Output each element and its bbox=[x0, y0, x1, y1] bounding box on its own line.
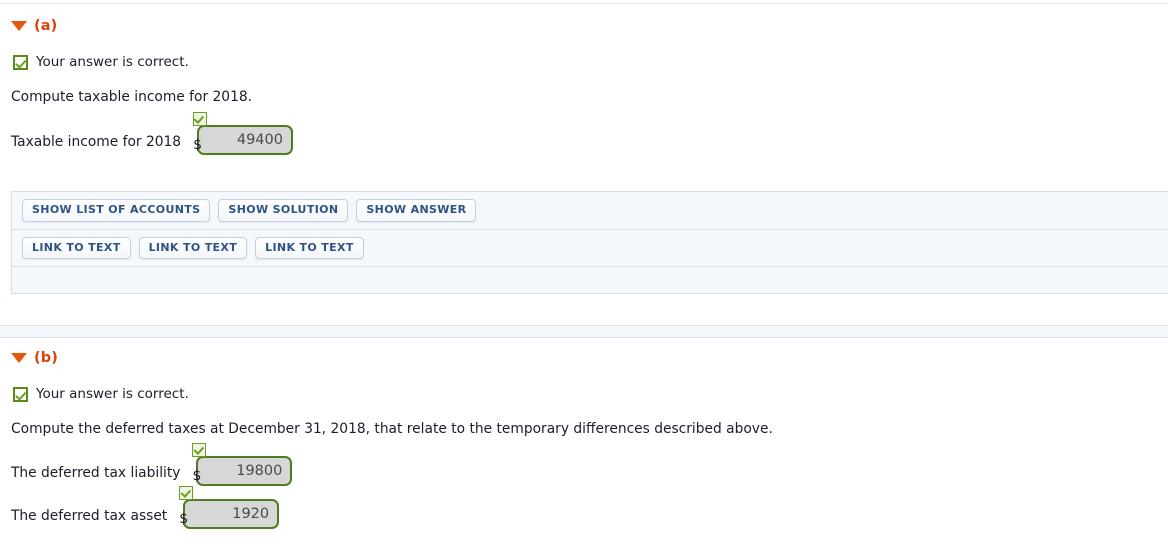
currency-symbol: $ bbox=[179, 511, 189, 527]
caret-down-icon[interactable] bbox=[11, 21, 27, 31]
check-icon bbox=[192, 443, 207, 457]
link-to-text-button-2[interactable]: LINK TO TEXT bbox=[138, 236, 248, 260]
top-divider bbox=[0, 3, 1168, 4]
taxable-income-input[interactable] bbox=[197, 125, 293, 155]
part-b-prompt: Compute the deferred taxes at December 3… bbox=[11, 421, 773, 437]
deferred-tax-liability-field-wrap: $ bbox=[192, 443, 293, 486]
part-a-prompt: Compute taxable income for 2018. bbox=[11, 89, 253, 105]
section-divider-band bbox=[0, 325, 1168, 338]
part-a-answer-row-1: Taxable income for 2018 $ bbox=[0, 112, 1168, 155]
part-b-status-text: Your answer is correct. bbox=[36, 386, 189, 402]
show-answer-button[interactable]: SHOW ANSWER bbox=[356, 199, 477, 222]
taxable-income-field-wrap: $ bbox=[193, 112, 293, 155]
action-row-primary: SHOW LIST OF ACCOUNTS SHOW SOLUTION SHOW… bbox=[12, 192, 1168, 229]
deferred-tax-liability-label: The deferred tax liability bbox=[11, 465, 181, 481]
currency-symbol: $ bbox=[192, 468, 202, 484]
part-b-label: (b) bbox=[34, 349, 58, 366]
action-row-spacer bbox=[12, 266, 1168, 293]
check-icon bbox=[193, 112, 208, 126]
deferred-tax-asset-label: The deferred tax asset bbox=[11, 508, 168, 524]
action-row-links: LINK TO TEXT LINK TO TEXT LINK TO TEXT bbox=[12, 228, 1168, 267]
deferred-tax-liability-input[interactable] bbox=[196, 456, 293, 486]
check-icon bbox=[13, 386, 28, 402]
part-a-label: (a) bbox=[34, 17, 58, 34]
check-icon bbox=[179, 486, 194, 500]
part-a-status: Your answer is correct. bbox=[0, 54, 1168, 70]
part-b-answer-row-1: The deferred tax liability $ bbox=[0, 443, 1168, 486]
show-list-of-accounts-button[interactable]: SHOW LIST OF ACCOUNTS bbox=[22, 199, 211, 222]
part-a-status-text: Your answer is correct. bbox=[36, 54, 189, 70]
part-b-header[interactable]: (b) bbox=[0, 348, 1168, 368]
currency-symbol: $ bbox=[193, 137, 202, 153]
part-b-section: (b) Your answer is correct. Compute the … bbox=[0, 348, 1168, 529]
link-to-text-button-1[interactable]: LINK TO TEXT bbox=[22, 236, 131, 260]
show-solution-button[interactable]: SHOW SOLUTION bbox=[218, 199, 349, 222]
deferred-tax-asset-input[interactable] bbox=[183, 499, 280, 529]
taxable-income-label: Taxable income for 2018 bbox=[11, 134, 182, 150]
part-a-section: (a) Your answer is correct. Compute taxa… bbox=[0, 16, 1168, 295]
part-b-status: Your answer is correct. bbox=[0, 386, 1168, 402]
part-a-header[interactable]: (a) bbox=[0, 16, 1168, 36]
deferred-tax-asset-field-wrap: $ bbox=[179, 486, 280, 529]
link-to-text-button-3[interactable]: LINK TO TEXT bbox=[255, 236, 364, 260]
check-icon bbox=[13, 54, 28, 70]
part-b-answer-row-2: The deferred tax asset $ bbox=[0, 486, 1168, 529]
caret-down-icon[interactable] bbox=[11, 353, 27, 363]
part-a-actions-panel: SHOW LIST OF ACCOUNTS SHOW SOLUTION SHOW… bbox=[11, 191, 1168, 295]
